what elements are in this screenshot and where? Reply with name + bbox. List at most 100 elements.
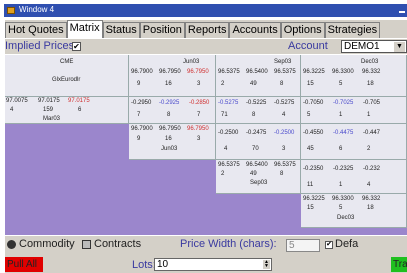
bid-qty: 15 xyxy=(307,205,314,211)
ask-price: 96.7950 xyxy=(187,126,209,132)
month-label: Sep03 xyxy=(250,180,268,186)
spread-mid: -0.5225 xyxy=(246,100,267,106)
spread-volume: 6 xyxy=(339,146,343,152)
spot-bid: 97.0075 xyxy=(6,98,28,104)
price-width-input[interactable]: 5 xyxy=(286,239,320,252)
price-width-label: Price Width (chars): xyxy=(180,238,277,250)
lots-input[interactable]: 10 ▲ ▼ xyxy=(154,258,272,271)
spread-volume: 1 xyxy=(339,112,343,118)
bid-price: 96.3225 xyxy=(303,196,325,202)
default-checkbox[interactable]: ✔ xyxy=(325,241,333,249)
spread-ask-qty: 4 xyxy=(367,182,371,188)
ask-price: 96.5375 xyxy=(274,69,296,75)
spot-cell[interactable]: 97.0075 97.0175 97.0175 4 159 6 Mar03 xyxy=(5,97,129,124)
ask-price: 96.5375 xyxy=(274,162,296,168)
bid-qty: 2 xyxy=(221,81,225,87)
spread-bid-qty: 7 xyxy=(137,112,141,118)
spread-ask-qty: 7 xyxy=(197,112,201,118)
lots-spinner-icon[interactable]: ▲ ▼ xyxy=(263,260,270,269)
tab-accounts[interactable]: Accounts xyxy=(229,22,281,38)
account-select[interactable]: DEMO1 ▼ xyxy=(341,40,407,53)
ask-price: 96.332 xyxy=(362,69,381,75)
matrix-grid: CME GlxEurodlr 97.0075 97.0175 97.0175 4… xyxy=(5,55,407,235)
spread-cell[interactable]: -0.4550 -0.4475 -0.447 45 6 2 xyxy=(301,124,407,160)
contracts-label[interactable]: Contracts xyxy=(94,238,141,250)
spread-bid: -0.2500 xyxy=(218,130,239,136)
account-value: DEMO1 xyxy=(344,41,380,52)
tab-hot-quotes[interactable]: Hot Quotes xyxy=(5,22,67,38)
exchange-name: CME xyxy=(60,59,74,65)
minimize-icon[interactable] xyxy=(399,7,405,13)
spread-ask: -0.447 xyxy=(363,130,381,136)
title-bar[interactable]: Window 4 xyxy=(4,4,407,17)
window-title: Window 4 xyxy=(19,5,55,14)
bid-price: 96.5375 xyxy=(218,69,240,75)
ask-price: 96.332 xyxy=(362,196,381,202)
tab-status[interactable]: Status xyxy=(102,22,140,38)
volume: 5 xyxy=(339,81,343,87)
spot-ask-qty: 6 xyxy=(78,107,82,113)
trade-button[interactable]: Tra xyxy=(391,257,407,272)
spread-volume: 70 xyxy=(252,146,259,152)
spread-cell[interactable]: -0.2500 -0.2475 -0.2500 4 70 3 xyxy=(216,124,301,160)
diagonal-cell-jun03[interactable]: 96.7900 96.7950 96.7950 9 16 3 Jun03 xyxy=(129,124,216,160)
dropdown-arrow-icon[interactable]: ▼ xyxy=(394,42,405,52)
spread-ask: -0.2500 xyxy=(274,130,295,136)
last-price: 96.7950 xyxy=(159,126,181,132)
account-label: Account xyxy=(288,40,328,52)
tab-options[interactable]: Options xyxy=(280,22,325,38)
tab-strategies[interactable]: Strategies xyxy=(324,22,381,38)
volume: 16 xyxy=(165,81,172,87)
spread-ask-qty: 4 xyxy=(282,112,286,118)
spot-last: 97.0175 xyxy=(38,98,60,104)
volume: 16 xyxy=(165,136,172,142)
spread-bid-qty: 5 xyxy=(307,112,311,118)
bid-price: 96.3225 xyxy=(303,69,325,75)
tab-bar: Hot Quotes Matrix Status Position Report… xyxy=(5,20,407,38)
last-price: 96.7950 xyxy=(159,69,181,75)
spread-cell[interactable]: -0.5275 -0.5225 -0.5275 71 8 4 xyxy=(216,97,301,124)
spread-bid: -0.5275 xyxy=(218,100,239,106)
tab-matrix[interactable]: Matrix xyxy=(66,20,103,38)
ask-qty: 8 xyxy=(280,81,284,87)
spot-volume: 159 xyxy=(43,107,54,113)
spread-bid: -0.2350 xyxy=(303,166,324,172)
bid-qty: 9 xyxy=(137,81,141,87)
ask-qty: 3 xyxy=(197,136,201,142)
spread-volume: 8 xyxy=(167,112,171,118)
column-header-jun03[interactable]: Jun03 96.7900 96.7950 96.7950 9 16 3 xyxy=(129,55,216,97)
pull-all-button[interactable]: Pull All xyxy=(5,257,43,272)
spread-ask: -0.2850 xyxy=(189,100,210,106)
column-header-sep03[interactable]: Sep03 96.5375 96.5400 96.5375 2 49 8 xyxy=(216,55,301,97)
implied-prices-checkbox[interactable]: ✔ xyxy=(72,42,81,51)
tab-reports[interactable]: Reports xyxy=(184,22,230,38)
spread-cell[interactable]: -0.7050 -0.7025 -0.705 5 1 1 xyxy=(301,97,407,124)
volume: 49 xyxy=(250,171,257,177)
exchange-header: CME GlxEurodlr xyxy=(5,55,129,97)
spread-bid: -0.4550 xyxy=(303,130,324,136)
month-label: Dec03 xyxy=(337,215,355,221)
commodity-label[interactable]: Commodity xyxy=(19,238,75,250)
spot-bid-qty: 4 xyxy=(10,107,14,113)
diagonal-cell-sep03[interactable]: 96.5375 96.5400 96.5375 2 49 8 Sep03 xyxy=(216,160,301,194)
spread-mid: -0.4475 xyxy=(333,130,354,136)
window-icon xyxy=(7,7,15,14)
spread-bid-qty: 45 xyxy=(307,146,314,152)
ask-qty: 18 xyxy=(367,205,374,211)
commodity-icon xyxy=(7,240,16,249)
last-price: 96.5400 xyxy=(246,69,268,75)
spread-cell[interactable]: -0.2350 -0.2325 -0.232 11 1 4 xyxy=(301,160,407,194)
month-label: Jun03 xyxy=(183,59,200,65)
bid-price: 96.5375 xyxy=(218,162,240,168)
spread-cell[interactable]: -0.2950 -0.2925 -0.2850 7 8 7 xyxy=(129,97,216,124)
spread-bid: -0.7050 xyxy=(303,100,324,106)
spot-month: Mar03 xyxy=(43,116,61,122)
diagonal-cell-dec03[interactable]: 96.3225 96.3300 96.332 15 5 18 Dec03 xyxy=(301,194,407,228)
bid-price: 96.7900 xyxy=(131,69,153,75)
ask-qty: 8 xyxy=(280,171,284,177)
tab-position[interactable]: Position xyxy=(139,22,185,38)
column-header-dec03[interactable]: Dec03 96.3225 96.3300 96.332 15 5 18 xyxy=(301,55,407,97)
last-price: 96.3300 xyxy=(332,69,354,75)
spread-ask: -0.5275 xyxy=(274,100,295,106)
spread-bid-qty: 11 xyxy=(307,182,314,188)
